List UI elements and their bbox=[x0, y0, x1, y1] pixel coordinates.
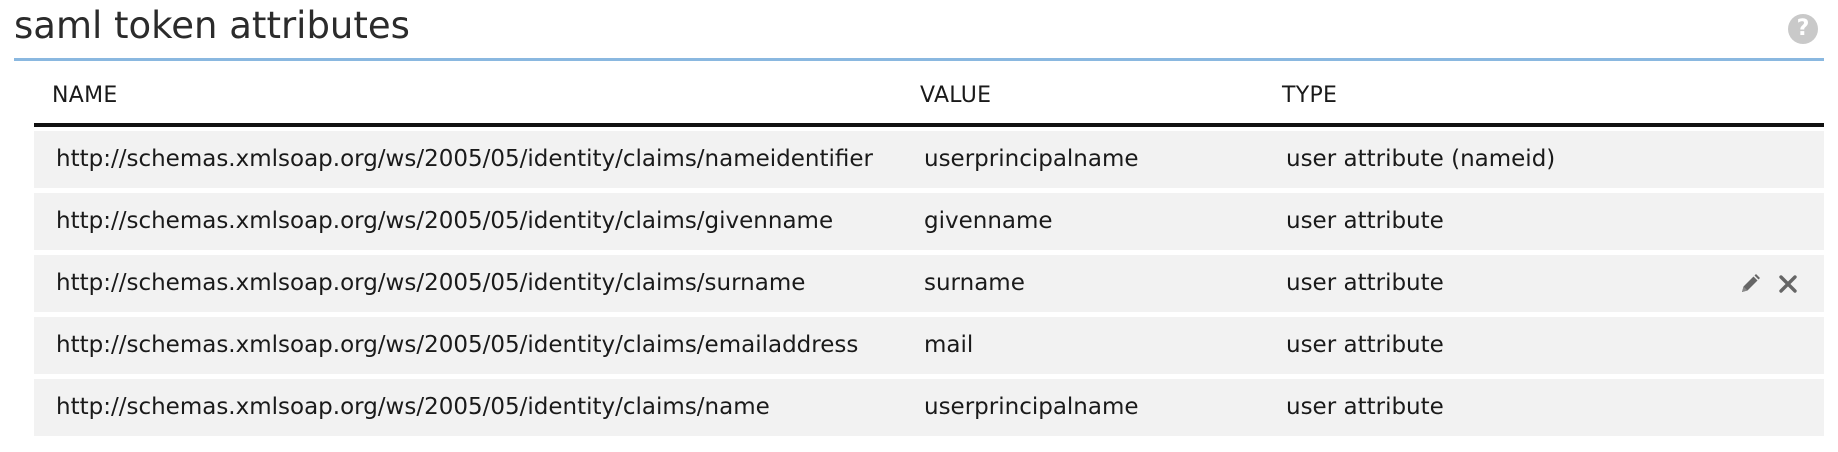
attributes-table: NAME VALUE TYPE http://schemas.xmlsoap.o… bbox=[34, 63, 1824, 441]
table-row[interactable]: http://schemas.xmlsoap.org/ws/2005/05/id… bbox=[34, 379, 1824, 436]
attribute-type: user attribute bbox=[1286, 332, 1444, 358]
attribute-name: http://schemas.xmlsoap.org/ws/2005/05/id… bbox=[56, 208, 834, 234]
table-header: NAME VALUE TYPE bbox=[34, 63, 1824, 127]
attribute-name: http://schemas.xmlsoap.org/ws/2005/05/id… bbox=[56, 394, 770, 420]
section-header: saml token attributes ? bbox=[14, 0, 1824, 61]
pencil-icon[interactable] bbox=[1738, 272, 1762, 296]
attribute-value: surname bbox=[924, 270, 1025, 296]
attribute-type: user attribute bbox=[1286, 270, 1444, 296]
table-row[interactable]: http://schemas.xmlsoap.org/ws/2005/05/id… bbox=[34, 255, 1824, 312]
table-row[interactable]: http://schemas.xmlsoap.org/ws/2005/05/id… bbox=[34, 317, 1824, 374]
attribute-value: mail bbox=[924, 332, 974, 358]
table-row[interactable]: http://schemas.xmlsoap.org/ws/2005/05/id… bbox=[34, 193, 1824, 250]
attribute-type: user attribute bbox=[1286, 394, 1444, 420]
column-header-name[interactable]: NAME bbox=[52, 83, 118, 108]
attribute-value: userprincipalname bbox=[924, 146, 1139, 172]
saml-token-attributes-section: saml token attributes ? NAME VALUE TYPE … bbox=[14, 0, 1824, 436]
column-header-value[interactable]: VALUE bbox=[920, 83, 991, 108]
section-title: saml token attributes bbox=[14, 4, 410, 47]
close-icon[interactable] bbox=[1776, 272, 1800, 296]
help-icon[interactable]: ? bbox=[1788, 14, 1818, 44]
table-body: http://schemas.xmlsoap.org/ws/2005/05/id… bbox=[34, 131, 1824, 436]
attribute-type: user attribute (nameid) bbox=[1286, 146, 1556, 172]
attribute-name: http://schemas.xmlsoap.org/ws/2005/05/id… bbox=[56, 332, 859, 358]
row-actions bbox=[1738, 255, 1800, 312]
attribute-value: givenname bbox=[924, 208, 1053, 234]
attribute-value: userprincipalname bbox=[924, 394, 1139, 420]
attribute-type: user attribute bbox=[1286, 208, 1444, 234]
attribute-name: http://schemas.xmlsoap.org/ws/2005/05/id… bbox=[56, 270, 806, 296]
attribute-name: http://schemas.xmlsoap.org/ws/2005/05/id… bbox=[56, 146, 873, 172]
table-row[interactable]: http://schemas.xmlsoap.org/ws/2005/05/id… bbox=[34, 131, 1824, 188]
column-header-type[interactable]: TYPE bbox=[1282, 83, 1337, 108]
